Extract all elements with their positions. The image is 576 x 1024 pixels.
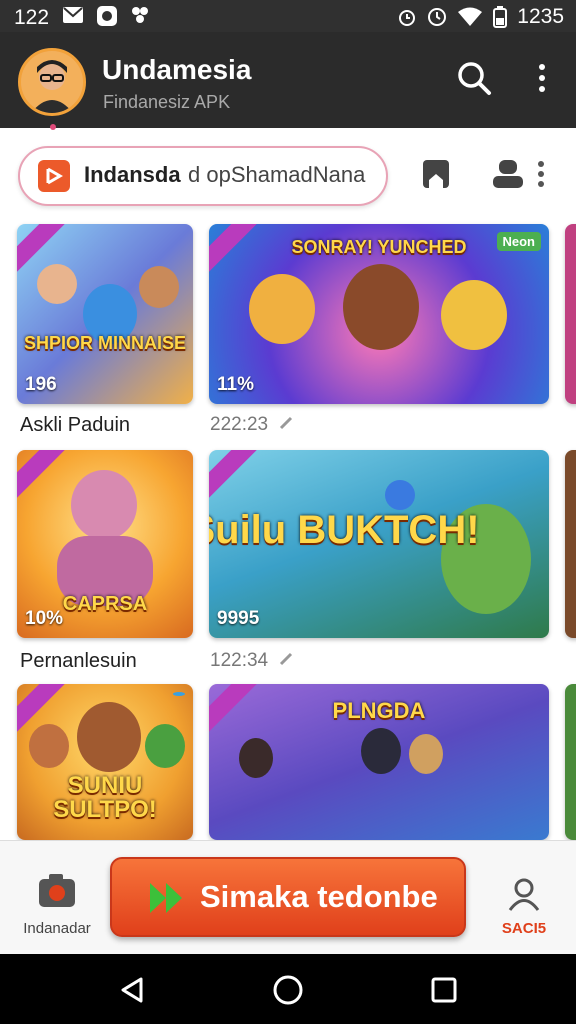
mail-icon [63, 7, 83, 23]
app-title: Undamesia [102, 54, 252, 85]
game-title-art: Suilu BUKTCH! [209, 508, 480, 552]
back-button[interactable] [114, 972, 150, 1008]
game-title-art: SUNIU SULTPO! [53, 772, 157, 823]
home-button[interactable] [270, 972, 306, 1008]
game-count: 196 [25, 374, 57, 395]
new-banner [17, 450, 70, 502]
nav-home-label: Indanadar [23, 920, 91, 937]
edit-icon [280, 652, 293, 666]
status-bar: 122 1235 [0, 0, 576, 32]
nav-home-button[interactable]: Indanadar [20, 871, 94, 937]
more-vertical-icon [538, 161, 544, 187]
search-overflow-button[interactable] [526, 152, 556, 196]
avatar[interactable] [18, 48, 86, 116]
character-art [239, 738, 273, 778]
battery-icon [493, 6, 508, 28]
recents-icon [431, 977, 457, 1003]
game-card[interactable]: CAPRSA 10% [17, 450, 193, 638]
search-input[interactable]: d opShamadNana [188, 162, 365, 188]
game-meta: 122:34 [210, 650, 293, 672]
character-art [441, 280, 507, 350]
nav-profile-button[interactable]: SACI5 [490, 877, 558, 937]
puzzle-icon [132, 7, 148, 23]
notification-icons [62, 5, 150, 27]
game-title-art: PLNGDA [332, 698, 426, 723]
download-button[interactable]: Simaka tedonbe [110, 857, 466, 937]
game-card[interactable]: SHPIOR MINNAISE 196 [17, 224, 193, 404]
app-icon [97, 6, 117, 26]
status-clock: 1235 [517, 5, 564, 28]
game-title-art: SHPIOR MINNAISE [23, 333, 187, 353]
game-card[interactable]: SUNIU SULTPO! [17, 684, 193, 840]
recents-button[interactable] [426, 972, 462, 1008]
app-logo-icon [38, 160, 70, 192]
game-card-peek[interactable] [565, 224, 576, 404]
home-circle-icon [273, 975, 303, 1005]
clock-icon [428, 8, 447, 26]
profile-button[interactable] [486, 152, 530, 196]
character-art [37, 264, 77, 304]
app-bar: Undamesia Findanesiz APK [0, 32, 576, 128]
edit-icon [280, 416, 293, 430]
user-icon [493, 160, 523, 188]
game-title-art: SONRAY! YUNCHED [291, 237, 467, 257]
play-arrow-icon [150, 883, 182, 913]
status-time: 122 [14, 6, 50, 29]
user-icon [508, 878, 540, 911]
game-card-peek[interactable] [565, 450, 576, 638]
character-art [145, 724, 185, 768]
system-nav-bar [0, 954, 576, 1024]
more-vertical-icon [539, 64, 545, 92]
alarm-icon [399, 10, 416, 26]
system-icons: 1235 [397, 5, 564, 29]
indicator-dot [50, 124, 56, 130]
camera-icon [39, 874, 75, 907]
game-count: 11% [217, 374, 254, 395]
character-art [77, 702, 141, 772]
game-meta: 222:23 [210, 414, 293, 436]
game-count: 9995 [217, 608, 260, 629]
bookmark-icon [423, 160, 449, 188]
overflow-menu-button[interactable] [522, 58, 562, 98]
game-card[interactable]: Neon SONRAY! YUNCHED 11% [209, 224, 549, 404]
back-icon [121, 977, 143, 1003]
game-card[interactable]: PLNGDA [209, 684, 549, 840]
search-app-name: Indansda [84, 162, 181, 187]
game-count: 10% [25, 608, 64, 629]
bottom-bar: Indanadar Simaka tedonbe SACI5 [0, 840, 576, 955]
game-badge [173, 692, 185, 696]
character-art [409, 734, 443, 774]
bookmark-button[interactable] [414, 152, 458, 196]
character-art [343, 264, 419, 350]
game-card[interactable]: Suilu BUKTCH! 9995 [209, 450, 549, 638]
app-subtitle: Findanesiz APK [103, 92, 231, 112]
character-art [385, 480, 415, 510]
character-art [139, 266, 179, 308]
character-art [29, 724, 69, 768]
search-button[interactable] [454, 58, 494, 98]
character-art [249, 274, 315, 344]
character-art [361, 728, 401, 774]
game-label: Askli Paduin [20, 414, 131, 436]
nav-profile-label: SACI5 [501, 920, 547, 937]
wifi-icon [458, 7, 483, 26]
new-banner [209, 450, 262, 502]
download-label: Simaka tedonbe [200, 879, 438, 914]
search-icon [458, 62, 491, 95]
search-bar[interactable]: Indansda d opShamadNana [18, 146, 388, 206]
character-art [71, 470, 137, 540]
game-card-peek[interactable] [565, 684, 576, 840]
game-label: Pernanlesuin [20, 650, 137, 672]
